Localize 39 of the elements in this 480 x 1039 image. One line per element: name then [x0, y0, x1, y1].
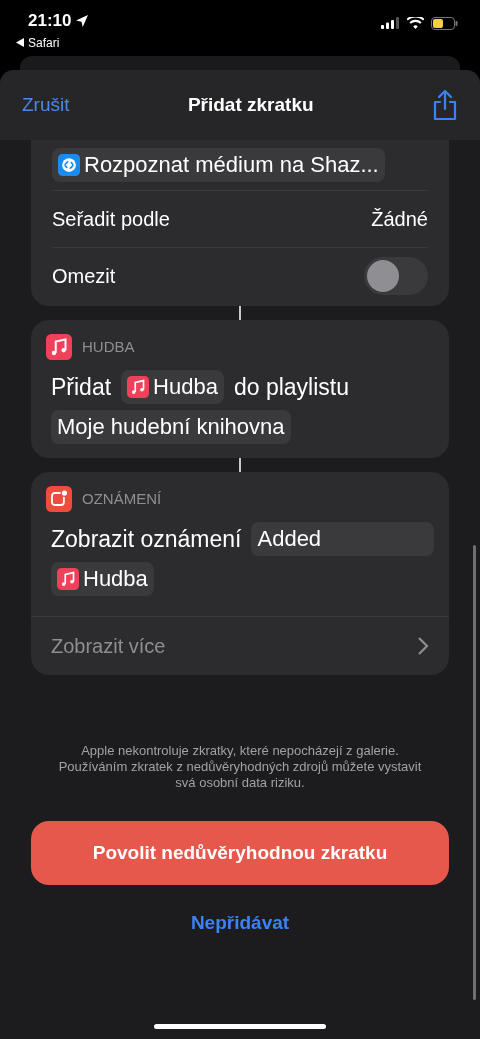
do-not-add-button[interactable]: Nepřidávat — [190, 909, 290, 938]
status-time: 21:10 — [28, 10, 72, 32]
category-label: HUDBA — [82, 336, 135, 357]
action-text: Zobrazit oznámení — [51, 525, 242, 554]
location-arrow-icon — [75, 13, 90, 28]
music-app-icon — [46, 334, 72, 360]
token-label: Hudba — [153, 373, 218, 401]
action-text: Přidat — [51, 373, 112, 402]
variable-token[interactable]: Hudba — [121, 370, 224, 404]
allow-button[interactable]: Povolit nedůvěryhodnou zkratku — [31, 821, 449, 885]
music-app-icon — [127, 376, 150, 398]
toggle-switch[interactable] — [364, 257, 428, 295]
notification-app-icon — [46, 486, 72, 512]
music-app-icon — [57, 568, 79, 590]
token-label: Rozpoznat médium na Shaz... — [84, 151, 379, 179]
cancel-button[interactable]: Zrušit — [22, 90, 70, 120]
chevron-right-icon — [417, 636, 429, 656]
token-label: Moje hudební knihovna — [57, 413, 285, 441]
battery-icon — [431, 16, 458, 30]
variable-token[interactable]: Hudba — [51, 562, 154, 596]
action-text: do playlistu — [233, 373, 349, 402]
row-value[interactable]: Žádné — [371, 204, 428, 234]
back-triangle-icon[interactable] — [16, 38, 24, 47]
variable-token[interactable]: Rozpoznat médium na Shaz... — [52, 148, 385, 182]
security-notice: Apple nekontroluje zkratky, které nepocházejí z galerie. Používáním zkratek z nedůvěryhodných zdrojů můžete vystavit svá osobní data riziku. — [57, 743, 423, 791]
token-label: Hudba — [83, 565, 148, 593]
row-label: Omezit — [52, 264, 116, 289]
row-label: Seřadit podle — [52, 207, 170, 232]
token-label: Added — [257, 525, 322, 553]
shazam-app-icon — [58, 154, 80, 176]
signal-icon — [381, 17, 400, 29]
sheet-title: Přidat zkratku — [187, 92, 314, 117]
variable-token[interactable]: Added — [251, 522, 434, 556]
show-more-link[interactable]: Zobrazit více — [51, 631, 166, 661]
wifi-icon — [407, 17, 424, 29]
variable-token[interactable]: Moje hudební knihovna — [51, 410, 291, 444]
share-icon[interactable] — [432, 89, 458, 121]
category-label: OZNÁMENÍ — [82, 488, 162, 509]
back-to-app-link[interactable]: Safari — [28, 33, 60, 52]
